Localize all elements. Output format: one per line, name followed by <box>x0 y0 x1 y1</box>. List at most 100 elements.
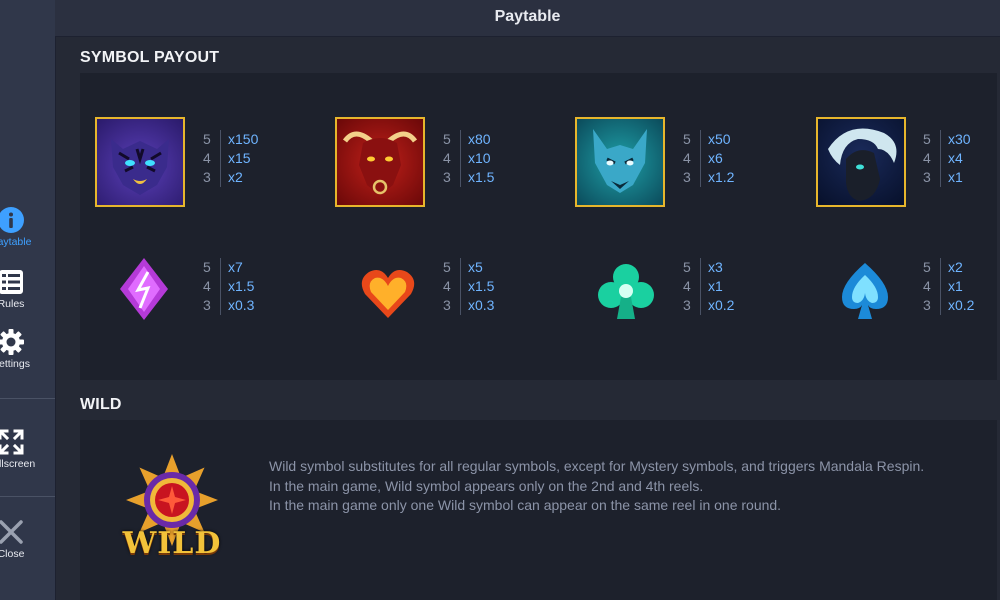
payout-count: 3 <box>203 297 211 313</box>
payout-row: 5 x80 <box>443 130 494 149</box>
payout-divider <box>220 258 221 277</box>
wild-description-line: In the main game, Wild symbol appears on… <box>269 477 704 494</box>
payout-divider <box>460 149 461 168</box>
payout-divider <box>940 296 941 315</box>
close-icon <box>0 520 23 544</box>
payout-multiplier: x30 <box>948 131 971 147</box>
payout-row: 5 x3 <box>683 258 734 277</box>
sidebar-divider <box>0 398 55 399</box>
payout-divider <box>220 296 221 315</box>
payout-divider <box>940 130 941 149</box>
payout-multiplier: x2 <box>228 169 243 185</box>
heart-icon <box>361 270 415 318</box>
section-title-wild: WILD <box>80 396 122 413</box>
sidebar-item-settings[interactable]: Settings <box>0 328 42 370</box>
gear-icon <box>0 329 24 355</box>
tiger-symbol <box>95 117 185 207</box>
payout-row: 3 x1.5 <box>443 168 494 187</box>
payout-divider <box>460 168 461 187</box>
payout-count: 4 <box>683 150 691 166</box>
payout-count: 3 <box>203 169 211 185</box>
payout-divider <box>700 296 701 315</box>
bull-payout-table: 5 x80 4 x10 3 x1.5 <box>443 130 494 187</box>
payout-row: 3 x0.3 <box>203 296 254 315</box>
payout-row: 5 x2 <box>923 258 974 277</box>
payout-multiplier: x4 <box>948 150 963 166</box>
wolf-payout-table: 5 x50 4 x6 3 x1.2 <box>683 130 734 187</box>
payout-count: 4 <box>443 278 451 294</box>
section-title-symbol-payout: SYMBOL PAYOUT <box>80 49 220 66</box>
bull-symbol <box>335 117 425 207</box>
payout-row: 4 x1.5 <box>443 277 494 296</box>
info-icon <box>0 207 24 233</box>
payout-multiplier: x2 <box>948 259 963 275</box>
payout-multiplier: x6 <box>708 150 723 166</box>
payout-count: 4 <box>203 150 211 166</box>
sidebar-item-label: Fullscreen <box>0 458 36 470</box>
payout-multiplier: x1 <box>708 278 723 294</box>
payout-divider <box>700 277 701 296</box>
sidebar-item-rules[interactable]: Rules <box>0 268 42 310</box>
payout-row: 3 x0.3 <box>443 296 494 315</box>
payout-divider <box>220 168 221 187</box>
payout-multiplier: x1 <box>948 169 963 185</box>
sidebar-divider <box>0 496 55 497</box>
payout-row: 5 x50 <box>683 130 734 149</box>
payout-multiplier: x7 <box>228 259 243 275</box>
payout-count: 5 <box>923 259 931 275</box>
payout-multiplier: x1 <box>948 278 963 294</box>
payout-row: 4 x1.5 <box>203 277 254 296</box>
payout-divider <box>460 296 461 315</box>
tiger-icon <box>111 139 169 195</box>
wild-description-line: Wild symbol substitutes for all regular … <box>269 458 925 474</box>
payout-count: 3 <box>443 297 451 313</box>
payout-count: 5 <box>443 131 451 147</box>
payout-divider <box>700 258 701 277</box>
wild-description-line: In the main game only one Wild symbol ca… <box>269 497 782 513</box>
payout-divider <box>700 149 701 168</box>
club-icon <box>598 264 654 319</box>
payout-count: 4 <box>923 150 931 166</box>
sidebar-item-label: Settings <box>0 358 30 370</box>
symbol-payout-panel: 5 x150 4 x15 3 x2 5 x80 4 x10 3 x1.5 5 x50 4 x6 3 x1.2 … <box>80 73 997 380</box>
payout-row: 4 x1 <box>683 277 734 296</box>
payout-multiplier: x1.5 <box>228 278 255 294</box>
payout-count: 3 <box>923 169 931 185</box>
payout-divider <box>460 130 461 149</box>
spade-payout-table: 5 x2 4 x1 3 x0.2 <box>923 258 974 315</box>
wolf-icon <box>593 129 647 193</box>
payout-multiplier: x0.3 <box>468 297 495 313</box>
payout-multiplier: x0.3 <box>228 297 255 313</box>
sidebar-item-fullscreen[interactable]: Fullscreen <box>0 428 42 470</box>
payout-row: 3 x0.2 <box>683 296 734 315</box>
payout-count: 5 <box>203 259 211 275</box>
payout-row: 5 x5 <box>443 258 494 277</box>
sidebar-item-paytable[interactable]: Paytable <box>0 206 42 248</box>
payout-divider <box>460 277 461 296</box>
wild-symbol: WILD <box>116 452 228 564</box>
payout-divider <box>940 258 941 277</box>
payout-divider <box>220 149 221 168</box>
wild-logo-text: WILD <box>122 526 222 561</box>
payout-count: 3 <box>683 297 691 313</box>
payout-row: 4 x1 <box>923 277 974 296</box>
payout-multiplier: x50 <box>708 131 731 147</box>
horse-icon <box>828 128 897 201</box>
payout-row: 5 x7 <box>203 258 254 277</box>
payout-multiplier: x1.2 <box>708 169 735 185</box>
payout-row: 5 x150 <box>203 130 258 149</box>
sidebar-item-label: Rules <box>0 298 25 310</box>
payout-count: 4 <box>203 278 211 294</box>
payout-row: 3 x1.2 <box>683 168 734 187</box>
payout-divider <box>940 277 941 296</box>
payout-row: 4 x6 <box>683 149 734 168</box>
sidebar-item-label: Paytable <box>0 236 32 248</box>
payout-count: 5 <box>443 259 451 275</box>
sidebar-item-close[interactable]: Close <box>0 518 42 560</box>
horse-payout-table: 5 x30 4 x4 3 x1 <box>923 130 971 187</box>
horse-symbol <box>816 117 906 207</box>
payout-multiplier: x5 <box>468 259 483 275</box>
sidebar: Paytable Rules Settings <box>0 0 56 600</box>
payout-divider <box>700 168 701 187</box>
payout-count: 5 <box>923 131 931 147</box>
